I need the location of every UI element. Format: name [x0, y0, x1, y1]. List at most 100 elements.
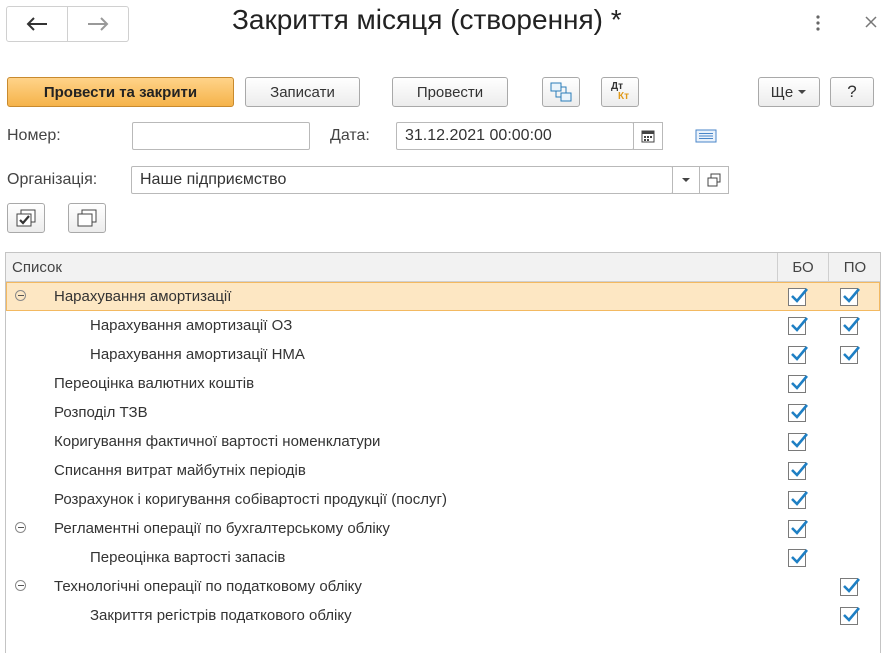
row-label: Розрахунок і коригування собівартості пр… [54, 491, 447, 508]
column-header-bo[interactable]: БО [777, 253, 828, 281]
arrow-left-icon [26, 17, 47, 31]
dt-kt-icon: Дт Кт [609, 82, 631, 102]
column-header-po[interactable]: ПО [828, 253, 880, 281]
bo-checkbox[interactable] [788, 317, 808, 335]
checkmark-icon [791, 404, 808, 419]
check-all-button[interactable] [7, 203, 45, 233]
table-row[interactable]: Нарахування амортизації [6, 282, 880, 311]
more-menu-button[interactable] [810, 12, 826, 34]
collapse-toggle-icon[interactable] [15, 522, 26, 533]
back-button[interactable] [6, 6, 68, 42]
uncheck-all-button[interactable] [68, 203, 106, 233]
table-row[interactable]: Списання витрат майбутніх періодів [6, 456, 880, 485]
calendar-button[interactable] [633, 122, 663, 150]
bo-checkbox[interactable] [788, 433, 808, 451]
collapse-toggle-icon[interactable] [15, 580, 26, 591]
more-actions-label: Ще [770, 83, 794, 101]
po-checkbox[interactable] [840, 607, 860, 625]
table-row[interactable]: Регламентні операції по бухгалтерському … [6, 514, 880, 543]
bo-checkbox[interactable] [788, 375, 808, 393]
checkmark-icon [791, 433, 808, 448]
close-icon [865, 16, 877, 28]
checkmark-icon [843, 288, 860, 303]
forward-button[interactable] [67, 6, 129, 42]
po-checkbox[interactable] [840, 346, 860, 364]
arrow-right-icon [88, 17, 109, 31]
row-label: Коригування фактичної вартості номенклат… [54, 433, 381, 450]
kt-label: Кт [618, 91, 630, 102]
date-field[interactable]: 31.12.2021 00:00:00 [396, 122, 634, 150]
post-and-close-button[interactable]: Провести та закрити [7, 77, 234, 107]
organization-dropdown-button[interactable] [672, 166, 700, 194]
comment-button[interactable] [688, 124, 724, 148]
bo-checkbox[interactable] [788, 491, 808, 509]
table-row[interactable]: Закриття регістрів податкового обліку [6, 601, 880, 630]
organization-field[interactable]: Наше підприємство [131, 166, 673, 194]
row-label: Розподіл ТЗВ [54, 404, 148, 421]
checkmark-icon [843, 578, 860, 593]
operations-table[interactable]: Список БО ПО Нарахування амортизації Нара… [5, 252, 881, 653]
dt-kt-button[interactable]: Дт Кт [601, 77, 639, 107]
column-header-list[interactable]: Список [12, 253, 772, 281]
checkmark-icon [791, 520, 808, 535]
check-all-icon [16, 209, 36, 227]
checkmark-icon [791, 491, 808, 506]
collapse-toggle-icon[interactable] [15, 290, 26, 301]
structure-icon [550, 82, 572, 102]
table-row[interactable]: Нарахування амортизації НМА [6, 340, 880, 369]
checkmark-icon [843, 346, 860, 361]
calendar-icon [641, 130, 655, 143]
po-checkbox[interactable] [840, 288, 860, 306]
table-row[interactable]: Розподіл ТЗВ [6, 398, 880, 427]
checkmark-icon [791, 346, 808, 361]
table-body: Нарахування амортизації Нарахування аморт… [6, 282, 880, 630]
checkmark-icon [791, 462, 808, 477]
checkmark-icon [843, 607, 860, 622]
table-row[interactable]: Переоцінка валютних коштів [6, 369, 880, 398]
bo-checkbox[interactable] [788, 404, 808, 422]
more-actions-button[interactable]: Ще [758, 77, 820, 107]
post-button[interactable]: Провести [392, 77, 508, 107]
row-label: Переоцінка вартості запасів [90, 549, 286, 566]
bo-checkbox[interactable] [788, 520, 808, 538]
checkmark-icon [843, 317, 860, 332]
row-label: Списання витрат майбутніх періодів [54, 462, 306, 479]
checkmark-icon [791, 375, 808, 390]
po-checkbox[interactable] [840, 578, 860, 596]
checkmark-icon [791, 317, 808, 332]
row-label: Переоцінка валютних коштів [54, 375, 255, 392]
row-label: Нарахування амортизації [54, 288, 232, 305]
chevron-down-icon [798, 90, 807, 94]
bo-checkbox[interactable] [788, 549, 808, 567]
kebab-icon [816, 15, 820, 31]
list-lines-icon [695, 129, 717, 143]
row-label: Закриття регістрів податкового обліку [90, 607, 352, 624]
row-label: Регламентні операції по бухгалтерському … [54, 520, 390, 537]
number-field[interactable] [132, 122, 310, 150]
organization-open-button[interactable] [699, 166, 729, 194]
checkmark-icon [791, 288, 808, 303]
bo-checkbox[interactable] [788, 288, 808, 306]
close-button[interactable] [862, 12, 880, 32]
chevron-down-icon [682, 178, 690, 182]
structure-button[interactable] [542, 77, 580, 107]
number-label: Номер: [7, 127, 61, 144]
po-checkbox[interactable] [840, 317, 860, 335]
row-label: Технологічні операції по податковому обл… [54, 578, 362, 595]
save-button[interactable]: Записати [245, 77, 360, 107]
bo-checkbox[interactable] [788, 346, 808, 364]
table-row[interactable]: Технологічні операції по податковому обл… [6, 572, 880, 601]
page-title: Закриття місяця (створення) * [232, 4, 622, 35]
table-row[interactable]: Розрахунок і коригування собівартості пр… [6, 485, 880, 514]
table-row[interactable]: Переоцінка вартості запасів [6, 543, 880, 572]
uncheck-all-icon [77, 209, 97, 227]
table-row[interactable]: Коригування фактичної вартості номенклат… [6, 427, 880, 456]
organization-label: Організація: [7, 171, 98, 188]
table-row[interactable]: Нарахування амортизації ОЗ [6, 311, 880, 340]
date-label: Дата: [330, 127, 370, 144]
row-label: Нарахування амортизації НМА [90, 346, 305, 363]
bo-checkbox[interactable] [788, 462, 808, 480]
checkmark-icon [791, 549, 808, 564]
row-label: Нарахування амортизації ОЗ [90, 317, 293, 334]
help-button[interactable]: ? [830, 77, 874, 107]
